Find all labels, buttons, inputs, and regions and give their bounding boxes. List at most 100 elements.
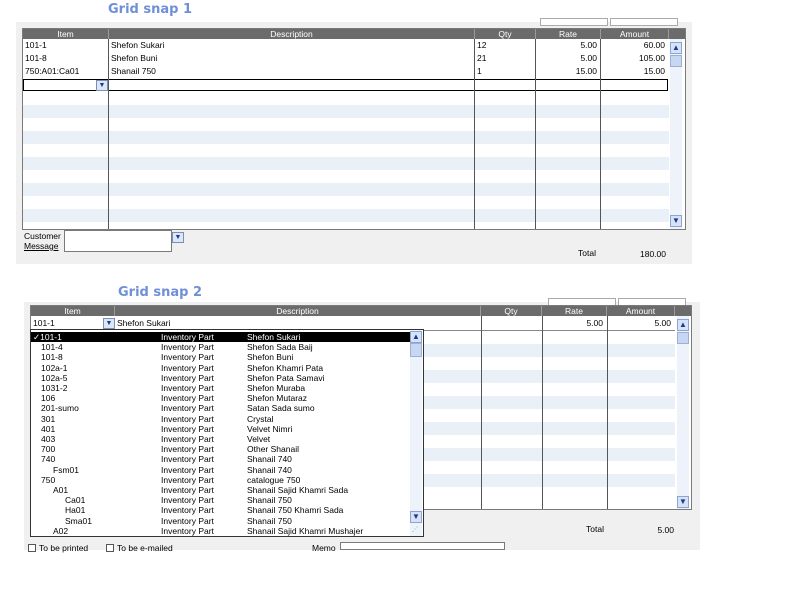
to-be-emailed-label: To be e-mailed — [117, 543, 173, 553]
total-value: 180.00 — [640, 249, 666, 259]
dropdown-item-type: Inventory Part — [161, 342, 214, 353]
row-amount: 105.00 — [639, 53, 665, 63]
dropdown-item-name: Shefon Buni — [247, 352, 294, 363]
dropdown-item-type: Inventory Part — [161, 423, 214, 434]
row-description: Shanail 750 — [111, 66, 156, 76]
dropdown-item-code: 102a-1 — [41, 362, 68, 373]
col-rate[interactable]: Rate — [536, 29, 601, 39]
snap1-grid[interactable]: Item Description Qty Rate Amount 101-1 S… — [22, 28, 686, 230]
col-qty[interactable]: Qty — [481, 306, 542, 316]
rate-header-box — [540, 18, 608, 26]
column-divider — [600, 39, 601, 229]
item-dropdown-button[interactable]: ▼ — [103, 318, 115, 329]
dropdown-item-type: Inventory Part — [161, 362, 214, 373]
dropdown-item-name: Shanail 740 — [247, 454, 292, 465]
dropdown-item-type: Inventory Part — [161, 444, 214, 455]
to-be-printed-checkbox[interactable] — [28, 544, 36, 552]
total-value: 5.00 — [657, 525, 674, 535]
scroll-thumb[interactable] — [410, 343, 422, 357]
customer-message-dropdown-icon[interactable]: ▼ — [172, 232, 184, 243]
dropdown-item[interactable]: 403 Inventory Part Velvet — [31, 434, 410, 444]
dropdown-item[interactable]: Fsm01 Inventory Part Shanail 740 — [31, 465, 410, 475]
empty-row[interactable] — [23, 183, 669, 196]
scroll-up-icon[interactable]: ▲ — [670, 42, 682, 54]
dropdown-item-name: Shefon Muraba — [247, 383, 306, 393]
table-row[interactable]: 101-8 Shefon Buni 21 5.00 105.00 — [23, 52, 669, 65]
col-item[interactable]: Item — [23, 29, 109, 39]
col-item[interactable]: Item — [31, 306, 115, 316]
customer-message-label-2: Message — [24, 241, 59, 251]
dropdown-item[interactable]: 201-sumo Inventory Part Satan Sada sumo — [31, 403, 410, 413]
scroll-down-icon[interactable]: ▼ — [410, 511, 422, 523]
table-row[interactable]: 750:A01:Ca01 Shanail 750 1 15.00 15.00 — [23, 65, 669, 78]
scroll-thumb[interactable] — [670, 55, 682, 67]
dropdown-item-code: ✓101-1 — [33, 332, 62, 342]
dropdown-item-name: Shefon Pata Samavi — [247, 372, 325, 383]
col-description[interactable]: Description — [109, 29, 475, 39]
scroll-down-icon[interactable]: ▼ — [670, 215, 682, 227]
dropdown-item[interactable]: 101-4 Inventory Part Shefon Sada Baij — [31, 342, 410, 352]
edit-row-amount: 5.00 — [654, 318, 671, 328]
table-row[interactable]: 101-1 Shefon Sukari 12 5.00 60.00 — [23, 39, 669, 52]
dropdown-item[interactable]: Ca01 Inventory Part Shanail 750 — [31, 495, 410, 505]
memo-label: Memo — [312, 543, 336, 553]
dropdown-item[interactable]: Sma01 Inventory Part Shanail 750 — [31, 516, 410, 526]
dropdown-item-name: Shanail Sajid Khamri Sada — [247, 485, 349, 495]
dropdown-item[interactable]: A02 Inventory Part Shanail Sajid Khamri Mu… — [31, 526, 410, 536]
to-be-emailed-checkbox[interactable] — [106, 544, 114, 552]
dropdown-item-name: Velvet — [247, 434, 271, 444]
dropdown-item-type: Inventory Part — [161, 474, 214, 485]
dropdown-item[interactable]: 301 Inventory Part Crystal — [31, 414, 410, 424]
col-description[interactable]: Description — [115, 306, 481, 316]
resize-grip-icon[interactable]: ⋰ — [412, 526, 418, 533]
customer-message-input[interactable] — [64, 230, 172, 252]
dropdown-item[interactable]: 740 Inventory Part Shanail 740 — [31, 454, 410, 464]
col-rate[interactable]: Rate — [542, 306, 607, 316]
snap1-scrollbar[interactable]: ▲ ▼ — [670, 39, 682, 229]
col-amount[interactable]: Amount — [601, 29, 669, 39]
item-dropdown-button[interactable]: ▼ — [96, 80, 108, 91]
dropdown-item-name: Shefon Sukari — [247, 332, 301, 342]
dropdown-item[interactable]: 101-8 Inventory Part Shefon Buni — [31, 352, 410, 362]
dropdown-item[interactable]: A01 Inventory Part Shanail Sajid Khamri Sa… — [31, 485, 410, 495]
customer-message-label-1: Customer — [24, 231, 61, 241]
dropdown-item-code: 750 — [41, 474, 56, 485]
col-amount[interactable]: Amount — [607, 306, 675, 316]
row-rate: 5.00 — [580, 53, 597, 63]
item-dropdown-list[interactable]: ✓101-1 Inventory Part Shefon Sukari 101-4 In… — [30, 329, 424, 537]
dropdown-item[interactable]: ✓101-1 Inventory Part Shefon Sukari — [31, 332, 410, 342]
dropdown-item-type: Inventory Part — [161, 495, 214, 506]
snap2-grid-header: Item Description Qty Rate Amount — [31, 306, 691, 316]
empty-row[interactable] — [23, 131, 669, 144]
col-qty[interactable]: Qty — [475, 29, 536, 39]
scroll-down-icon[interactable]: ▼ — [677, 496, 689, 508]
dropdown-item-type: Inventory Part — [161, 485, 214, 495]
dropdown-item-code: 106 — [41, 393, 56, 404]
dropdown-item[interactable]: 106 Inventory Part Shefon Mutaraz — [31, 393, 410, 403]
scroll-thumb[interactable] — [677, 332, 689, 344]
row-item: 101-8 — [25, 53, 47, 63]
dropdown-item[interactable]: 102a-5 Inventory Part Shefon Pata Samavi — [31, 373, 410, 383]
dropdown-item[interactable]: 750 Inventory Part catalogue 750 — [31, 475, 410, 485]
dropdown-item-name: Shefon Khamri Pata — [247, 362, 324, 373]
dropdown-item-type: Inventory Part — [161, 505, 214, 516]
row-qty: 12 — [477, 40, 487, 50]
dropdown-item[interactable]: 700 Inventory Part Other Shanail — [31, 444, 410, 454]
dropdown-item[interactable]: Ha01 Inventory Part Shanail 750 Khamri Sad… — [31, 505, 410, 515]
empty-row[interactable] — [23, 209, 669, 222]
dropdown-scrollbar[interactable]: ▲ ▼ ⋰ — [410, 330, 422, 536]
dropdown-item[interactable]: 401 Inventory Part Velvet Nimri — [31, 424, 410, 434]
dropdown-item-code: 401 — [41, 423, 56, 434]
scroll-up-icon[interactable]: ▲ — [677, 319, 689, 331]
dropdown-item[interactable]: 102a-1 Inventory Part Shefon Khamri Pata — [31, 363, 410, 373]
scroll-up-icon[interactable]: ▲ — [410, 331, 422, 343]
dropdown-item-type: Inventory Part — [161, 464, 214, 475]
dropdown-item-name: Satan Sada sumo — [247, 403, 315, 414]
snap2-scrollbar[interactable]: ▲ ▼ — [677, 316, 689, 509]
dropdown-item-code: 101-4 — [41, 342, 63, 353]
active-row[interactable] — [23, 79, 668, 91]
empty-row[interactable] — [23, 157, 669, 170]
memo-input[interactable] — [340, 542, 505, 550]
dropdown-item[interactable]: 1031-2 Inventory Part Shefon Muraba — [31, 383, 410, 393]
empty-row[interactable] — [23, 105, 669, 118]
